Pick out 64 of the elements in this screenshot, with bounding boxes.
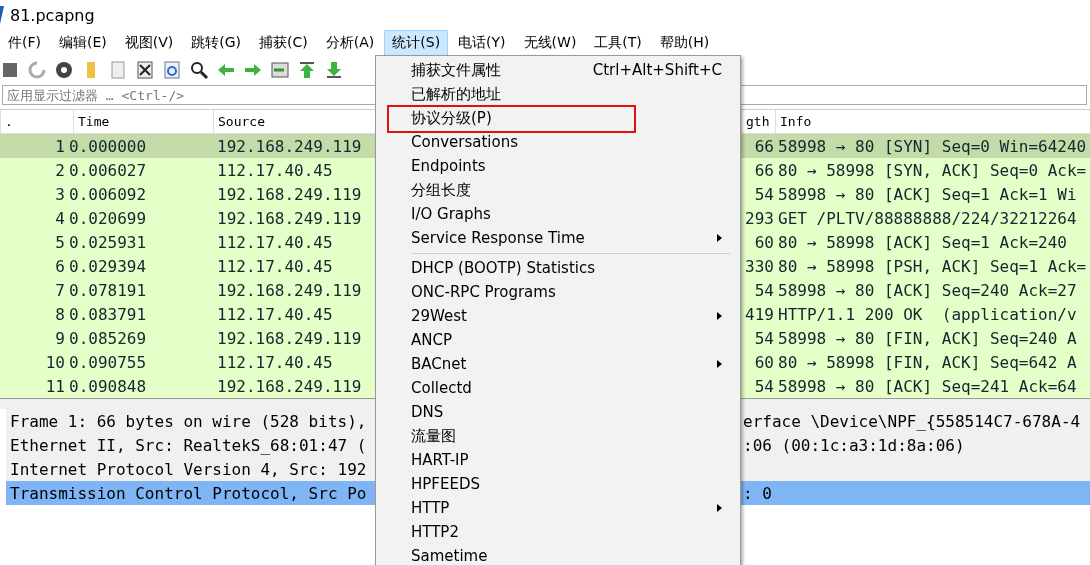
table-cell-text: 293	[744, 208, 774, 228]
detail-text: :06 (00:1c:a3:1d:8a:06)	[743, 435, 966, 455]
table-cell-text: 60	[753, 232, 774, 252]
table-cell-text: 80 → 58998 [PSH, ACK] Seq=1 Ack=	[777, 256, 1088, 276]
detail-text: Frame 1: 66 bytes on wire (528 bits),	[10, 411, 368, 431]
table-cell-text: 0.029394	[68, 256, 148, 276]
table-cell-text: 0.006092	[68, 184, 148, 204]
table-cell-text: GET /PLTV/88888888/224/32212264	[777, 208, 1078, 228]
table-cell-text: 3	[54, 184, 65, 204]
table-cell-text: 60	[753, 352, 774, 372]
table-cell-text: 58998 → 80 [FIN, ACK] Seq=240 A	[777, 328, 1078, 348]
table-cell-text: 192.168.249.119	[216, 280, 363, 300]
table-cell-text: 80 → 58998 [SYN, ACK] Seq=0 Ack=	[777, 160, 1088, 180]
table-cell-text: 0.000000	[68, 136, 148, 156]
table-cell-text: 66	[753, 136, 774, 156]
table-cell-text: 0.078191	[68, 280, 148, 300]
table-cell-text: 54	[753, 280, 774, 300]
table-cell-text: 330	[744, 256, 774, 276]
table-cell-text: 10	[44, 352, 65, 372]
table-cell-text: 2	[54, 160, 65, 180]
table-cell-text: 66	[753, 160, 774, 180]
table-cell-text: 419	[744, 304, 774, 324]
table-cell-text: 112.17.40.45	[216, 304, 334, 324]
detail-text: : 0	[743, 483, 773, 503]
table-cell-text: 192.168.249.119	[216, 136, 363, 156]
table-cell-text: 54	[753, 184, 774, 204]
table-cell-text: 4	[54, 208, 65, 228]
table-cell-text: 192.168.249.119	[216, 328, 363, 348]
table-cell-text: 0.083791	[68, 304, 148, 324]
table-cell-text: 54	[753, 328, 774, 348]
table-cell-text: 80 → 58998 [ACK] Seq=1 Ack=240	[777, 232, 1068, 252]
table-cell-text: 0.025931	[68, 232, 148, 252]
table-cell-text: 58998 → 80 [ACK] Seq=240 Ack=27	[777, 280, 1078, 300]
table-cell-text: 8	[54, 304, 65, 324]
table-cell-text: 54	[753, 376, 774, 396]
table-cell-text: 6	[54, 256, 65, 276]
table-cell-text: 0.006027	[68, 160, 148, 180]
window-title: 81.pcapng	[10, 5, 95, 25]
table-cell-text: 58998 → 80 [SYN] Seq=0 Win=64240	[777, 136, 1088, 156]
detail-text: erface \Device\NPF_{558514C7-678A-4	[743, 411, 1082, 431]
detail-text: Ethernet II, Src: RealtekS_68:01:47 (	[10, 435, 368, 455]
table-cell-text: 0.020699	[68, 208, 148, 228]
table-cell-text: 80 → 58998 [FIN, ACK] Seq=642 A	[777, 352, 1078, 372]
table-cell-text: 112.17.40.45	[216, 232, 334, 252]
table-cell-text: 192.168.249.119	[216, 208, 363, 228]
table-cell-text: 0.090848	[68, 376, 148, 396]
table-cell-text: 58998 → 80 [ACK] Seq=241 Ack=64	[777, 376, 1078, 396]
table-cell-text: 7	[54, 280, 65, 300]
table-cell-text: 112.17.40.45	[216, 160, 334, 180]
table-cell-text: 1	[54, 136, 65, 156]
shortcut-text: Ctrl+Alt+Shift+C	[592, 61, 722, 79]
table-cell-text: 0.090755	[68, 352, 148, 372]
table-cell-text: 5	[54, 232, 65, 252]
table-cell-text: 58998 → 80 [ACK] Seq=1 Ack=1 Wi	[777, 184, 1078, 204]
table-cell-text: 11	[44, 376, 65, 396]
table-cell-text: 192.168.249.119	[216, 376, 363, 396]
table-cell-text: 192.168.249.119	[216, 184, 363, 204]
table-cell-text: 9	[54, 328, 65, 348]
table-cell-text: 112.17.40.45	[216, 256, 334, 276]
table-cell-text: 0.085269	[68, 328, 148, 348]
detail-text: Transmission Control Protocol, Src Po	[10, 483, 368, 503]
table-cell-text: 112.17.40.45	[216, 352, 334, 372]
table-cell-text: HTTP/1.1 200 OK (application/v	[777, 304, 1078, 324]
detail-text: Internet Protocol Version 4, Src: 192	[10, 459, 368, 479]
